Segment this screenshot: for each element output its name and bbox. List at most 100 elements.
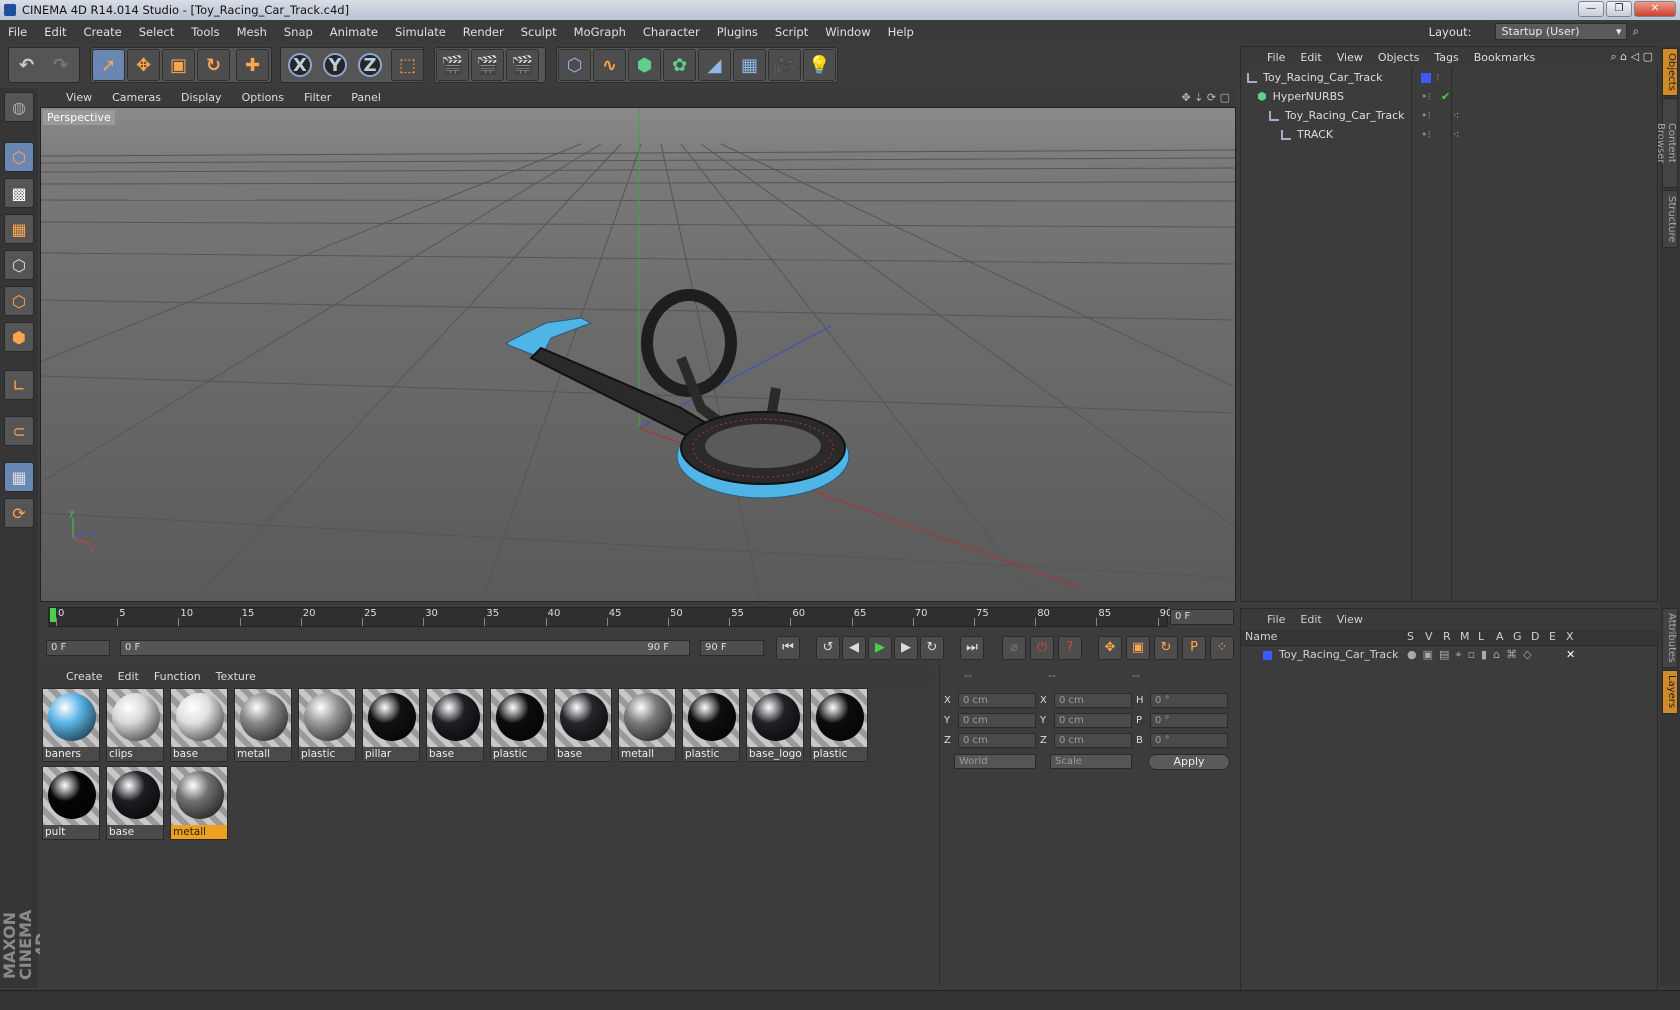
texture-mode-icon[interactable]: ▩ — [4, 178, 34, 208]
menu-script[interactable]: Script — [775, 25, 808, 39]
menu-character[interactable]: Character — [643, 25, 700, 39]
camera-icon[interactable]: 🎥 — [768, 49, 801, 81]
layer-menu-view[interactable]: View — [1337, 613, 1363, 626]
key-scale-icon[interactable]: ▣ — [1126, 636, 1150, 660]
key-pla-icon[interactable]: ⁘ — [1210, 636, 1234, 660]
layer-flag-icons[interactable]: ●▣▤⌖▫▮⌂⌘◇ — [1407, 648, 1538, 662]
select-pointer-icon[interactable]: ➚ — [92, 49, 125, 81]
menu-edit[interactable]: Edit — [44, 25, 66, 39]
material-swatch[interactable]: base — [106, 766, 164, 840]
obj-menu-tags[interactable]: Tags — [1434, 51, 1458, 64]
render-settings-icon[interactable]: 🎬 — [506, 49, 539, 81]
tab-layers[interactable]: Layers — [1662, 670, 1678, 714]
menu-plugins[interactable]: Plugins — [717, 25, 758, 39]
layer-xref-icon[interactable]: ✕ — [1566, 648, 1575, 661]
menu-file[interactable]: File — [8, 25, 27, 39]
start-frame-field[interactable]: 0 F — [46, 640, 110, 656]
obj-menu-objects[interactable]: Objects — [1378, 51, 1420, 64]
viewport-menu-options[interactable]: Options — [242, 91, 284, 104]
viewport-menu-display[interactable]: Display — [181, 91, 222, 104]
planar-workplane-icon[interactable]: ⟳ — [4, 498, 34, 528]
minimize-button[interactable]: — — [1578, 1, 1604, 17]
workplane-lock-icon[interactable]: ▦ — [4, 462, 34, 492]
previous-frame-icon[interactable]: ◀ — [842, 636, 866, 660]
play-icon[interactable]: ▶ — [868, 636, 892, 660]
material-swatch[interactable]: pult — [42, 766, 100, 840]
tab-structure[interactable]: Structure — [1662, 190, 1678, 248]
axis-mode-icon[interactable]: ∟ — [4, 370, 34, 400]
make-editable-icon[interactable]: ◍ — [4, 92, 34, 122]
scale-tool-icon[interactable]: ▣ — [162, 49, 195, 81]
material-swatch[interactable]: base_logo — [746, 688, 804, 762]
close-button[interactable]: ✕ — [1634, 1, 1676, 17]
tab-content-browser[interactable]: Content Browser — [1655, 98, 1678, 188]
obj-menu-bookmarks[interactable]: Bookmarks — [1474, 51, 1535, 64]
obj-menu-view[interactable]: View — [1337, 51, 1363, 64]
layer-menu-edit[interactable]: Edit — [1300, 613, 1321, 626]
material-menu-function[interactable]: Function — [154, 670, 201, 683]
viewport-menu-filter[interactable]: Filter — [304, 91, 331, 104]
material-menu-texture[interactable]: Texture — [216, 670, 256, 683]
material-swatch[interactable]: pillar — [362, 688, 420, 762]
light-icon[interactable]: 💡 — [803, 49, 836, 81]
size-x-field[interactable]: 0 cm — [1054, 692, 1132, 708]
rotation-h-field[interactable]: 0 ° — [1150, 692, 1228, 708]
rotation-p-field[interactable]: 0 ° — [1150, 712, 1228, 728]
visibility-dots[interactable]: ⁝ — [1436, 71, 1440, 84]
y-axis-lock-icon[interactable]: Y — [323, 53, 347, 77]
menu-mesh[interactable]: Mesh — [237, 25, 267, 39]
z-axis-lock-icon[interactable]: Z — [358, 53, 382, 77]
goto-start-icon[interactable]: ⏮ — [776, 636, 800, 660]
rotate-tool-icon[interactable]: ↻ — [197, 49, 230, 81]
menu-render[interactable]: Render — [463, 25, 504, 39]
layout-dropdown[interactable]: Startup (User) — [1494, 23, 1627, 40]
menu-create[interactable]: Create — [84, 25, 122, 39]
object-row-track[interactable]: TRACK •⁝ ⁖ — [1241, 125, 1659, 144]
coord-type-dropdown[interactable]: Scale — [1050, 754, 1132, 769]
menu-window[interactable]: Window — [825, 25, 870, 39]
nurbs-icon[interactable]: ⬢ — [628, 49, 661, 81]
goto-end-icon[interactable]: ⏭ — [960, 636, 984, 660]
material-tags-icon[interactable]: ⁖ — [1453, 128, 1459, 141]
move-tool-icon[interactable]: ✥ — [127, 49, 160, 81]
add-tool-icon[interactable]: ✚ — [236, 49, 269, 81]
obj-menu-file[interactable]: File — [1267, 51, 1285, 64]
render-picture-viewer-icon[interactable]: 🎬 — [471, 49, 504, 81]
current-frame-field[interactable]: 0 F — [1170, 609, 1234, 625]
deformer-icon[interactable]: ◢ — [698, 49, 731, 81]
material-swatch[interactable]: base — [426, 688, 484, 762]
perspective-viewport[interactable]: y zx Perspective — [40, 107, 1236, 602]
viewport-menu-cameras[interactable]: Cameras — [112, 91, 161, 104]
object-manager-nav-icons[interactable]: ⌕ ⌂ ◁ ▢ — [1611, 50, 1654, 64]
apply-button[interactable]: Apply — [1148, 754, 1230, 770]
key-parameter-icon[interactable]: P — [1182, 636, 1206, 660]
menu-animate[interactable]: Animate — [330, 25, 378, 39]
menu-help[interactable]: Help — [888, 25, 914, 39]
material-swatch[interactable]: metall — [234, 688, 292, 762]
next-frame-icon[interactable]: ▶ — [894, 636, 918, 660]
material-swatch[interactable]: plastic — [682, 688, 740, 762]
key-rotation-icon[interactable]: ↻ — [1154, 636, 1178, 660]
workplane-mode-icon[interactable]: ▦ — [4, 214, 34, 244]
edges-mode-icon[interactable]: ⬡ — [4, 286, 34, 316]
material-swatch[interactable]: baners — [42, 688, 100, 762]
position-y-field[interactable]: 0 cm — [958, 712, 1036, 728]
size-z-field[interactable]: 0 cm — [1054, 732, 1132, 748]
layer-color-swatch[interactable] — [1421, 72, 1431, 83]
material-swatch[interactable]: base — [170, 688, 228, 762]
coordinate-system-icon[interactable]: ⬚ — [391, 49, 424, 81]
race-track-model[interactable] — [504, 289, 850, 499]
cube-object-icon[interactable]: ⬡ — [558, 49, 591, 81]
viewport-nav-icons[interactable]: ✥ ⇣ ⟳ ▢ — [1181, 91, 1230, 104]
menu-select[interactable]: Select — [139, 25, 174, 39]
object-row-root[interactable]: Toy_Racing_Car_Track ⁝ — [1241, 68, 1659, 87]
material-swatch[interactable]: plastic — [490, 688, 548, 762]
menu-tools[interactable]: Tools — [191, 25, 219, 39]
enabled-check-icon[interactable]: ✔ — [1441, 90, 1450, 103]
autokey-icon[interactable]: ⏻ — [1030, 636, 1054, 660]
menu-simulate[interactable]: Simulate — [395, 25, 446, 39]
layer-color-swatch[interactable] — [1263, 651, 1272, 660]
tab-objects[interactable]: Objects — [1662, 48, 1678, 96]
snap-icon[interactable]: ⊂ — [4, 416, 34, 446]
timeline-ruler[interactable]: 0 5 10 15 20 25 30 35 40 45 50 55 60 65 70 75 80 85 90 0 F — [40, 605, 1236, 631]
